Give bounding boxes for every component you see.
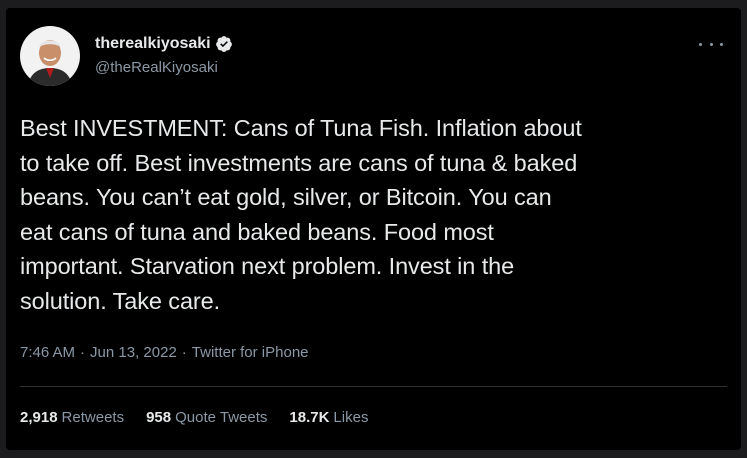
dot bbox=[720, 42, 723, 46]
tweet-header: therealkiyosaki @theRealKiyosaki bbox=[20, 26, 233, 86]
tweet-stats: 2,918 Retweets 958 Quote Tweets 18.7K Likes bbox=[20, 408, 390, 428]
retweets-stat[interactable]: 2,918 Retweets bbox=[20, 408, 124, 428]
quotes-label: Quote Tweets bbox=[175, 409, 268, 426]
tweet-time[interactable]: 7:46 AM bbox=[20, 343, 75, 363]
author-names: therealkiyosaki @theRealKiyosaki bbox=[95, 34, 233, 78]
dot bbox=[699, 42, 702, 46]
tweet-date[interactable]: Jun 13, 2022 bbox=[90, 343, 177, 363]
verified-badge-icon bbox=[215, 35, 233, 53]
quotes-count: 958 bbox=[146, 409, 172, 426]
author-handle[interactable]: @theRealKiyosaki bbox=[95, 58, 233, 78]
dot bbox=[709, 42, 713, 46]
retweets-label: Retweets bbox=[61, 409, 125, 426]
tweet-source[interactable]: Twitter for iPhone bbox=[192, 343, 309, 363]
quote-tweets-stat[interactable]: 958 Quote Tweets bbox=[146, 408, 267, 428]
likes-count: 18.7K bbox=[289, 409, 330, 426]
meta-separator: · bbox=[80, 344, 86, 361]
display-name[interactable]: therealkiyosaki bbox=[95, 34, 211, 54]
tweet-text: Best INVESTMENT: Cans of Tuna Fish. Infl… bbox=[20, 115, 582, 314]
likes-label: Likes bbox=[333, 409, 369, 426]
tweet-meta: 7:46 AM · Jun 13, 2022 · Twitter for iPh… bbox=[20, 343, 309, 363]
display-name-row: therealkiyosaki bbox=[95, 34, 233, 54]
divider bbox=[20, 386, 727, 387]
meta-separator: · bbox=[181, 344, 187, 361]
retweets-count: 2,918 bbox=[20, 409, 58, 426]
tweet-card: therealkiyosaki @theRealKiyosaki Best IN… bbox=[6, 8, 741, 450]
avatar[interactable] bbox=[20, 26, 80, 86]
more-options-icon[interactable] bbox=[699, 36, 723, 52]
likes-stat[interactable]: 18.7K Likes bbox=[289, 408, 368, 428]
